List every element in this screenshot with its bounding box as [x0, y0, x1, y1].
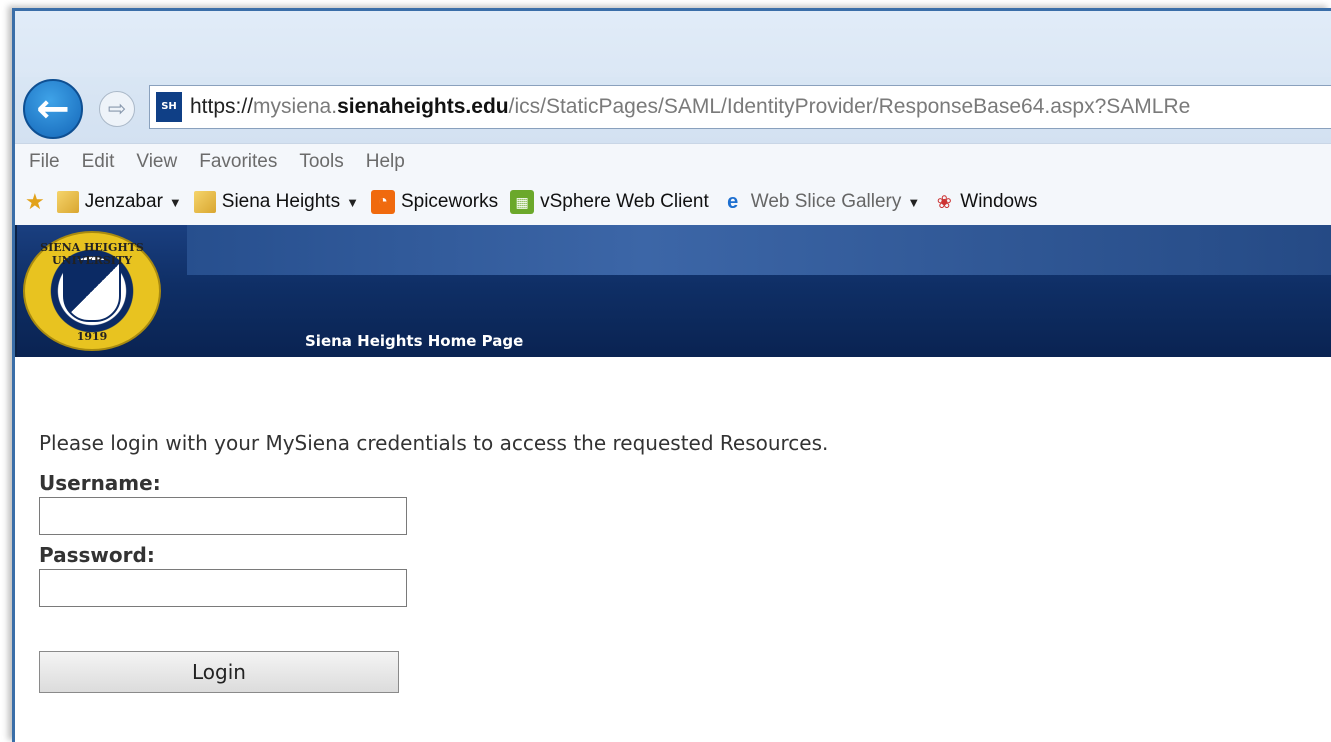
- username-label: Username:: [39, 471, 161, 495]
- back-button[interactable]: ←: [23, 79, 83, 139]
- menu-file[interactable]: File: [29, 151, 60, 173]
- spiceworks-icon: ◔: [370, 190, 395, 214]
- favorite-jenzabar[interactable]: Jenzabar ▼: [56, 191, 182, 213]
- favorite-label: Jenzabar: [84, 191, 163, 212]
- favorite-label: vSphere Web Client: [540, 191, 709, 212]
- banner-highlight: [187, 225, 1331, 275]
- browser-titlebar: [15, 11, 1331, 77]
- favorite-windows[interactable]: ❀ Windows: [932, 190, 1038, 214]
- login-button[interactable]: Login: [39, 651, 399, 693]
- username-input[interactable]: [39, 497, 407, 535]
- menu-bar: File Edit View Favorites Tools Help: [15, 143, 1331, 180]
- arrow-left-icon: ←: [36, 86, 70, 132]
- seal-text: SIENA HEIGHTS UNIVERSITY: [40, 241, 144, 267]
- address-bar[interactable]: SH https://mysiena.sienaheights.edu/ics/…: [149, 85, 1331, 129]
- seal-shield-icon: [63, 260, 121, 322]
- menu-tools[interactable]: Tools: [299, 151, 343, 173]
- password-label: Password:: [39, 543, 155, 567]
- windows-icon: ❀: [936, 191, 952, 212]
- password-input[interactable]: [39, 569, 407, 607]
- url-host-prefix: mysiena.: [253, 95, 338, 118]
- site-favicon-icon: SH: [156, 92, 182, 122]
- browser-window: ← ⇨ SH https://mysiena.sienaheights.edu/…: [12, 8, 1331, 742]
- site-header-banner: SIENA HEIGHTS UNIVERSITY 1919 Siena Heig…: [15, 225, 1331, 357]
- url-scheme: https://: [190, 95, 254, 118]
- favorite-label: Web Slice Gallery: [750, 191, 902, 212]
- chevron-down-icon: ▼: [346, 194, 359, 210]
- favorite-label: Windows: [960, 191, 1038, 212]
- favorite-siena-heights[interactable]: Siena Heights ▼: [193, 191, 359, 213]
- url-host-domain: sienaheights.edu: [337, 95, 509, 118]
- navigation-row: ← ⇨ SH https://mysiena.sienaheights.edu/…: [15, 77, 1331, 143]
- favorites-star-icon[interactable]: ★: [25, 190, 45, 215]
- forward-button[interactable]: ⇨: [99, 91, 135, 127]
- chevron-down-icon: ▼: [907, 194, 921, 210]
- seal-year: 1919: [76, 330, 108, 343]
- favorites-bar: ★ Jenzabar ▼ Siena Heights ▼ ◔ Spicework…: [15, 179, 1331, 226]
- folder-icon: [56, 191, 79, 213]
- favorite-label: Spiceworks: [400, 191, 499, 212]
- favorite-vsphere[interactable]: ▦ vSphere Web Client: [510, 190, 709, 214]
- folder-icon: [193, 191, 216, 213]
- login-content: Please login with your MySiena credentia…: [15, 357, 1331, 742]
- arrow-right-icon: ⇨: [107, 96, 127, 122]
- vsphere-icon: ▦: [510, 190, 535, 214]
- favorite-spiceworks[interactable]: ◔ Spiceworks: [370, 190, 499, 214]
- favorite-web-slice-gallery[interactable]: e Web Slice Gallery ▼: [721, 190, 921, 214]
- menu-view[interactable]: View: [136, 151, 177, 173]
- ie-icon: e: [727, 190, 739, 213]
- menu-favorites[interactable]: Favorites: [199, 151, 277, 173]
- menu-help[interactable]: Help: [366, 151, 405, 173]
- url-text[interactable]: https://mysiena.sienaheights.edu/ics/Sta…: [190, 95, 1190, 119]
- home-page-link[interactable]: Siena Heights Home Page: [305, 332, 523, 350]
- chevron-down-icon: ▼: [168, 194, 182, 210]
- university-seal-logo: SIENA HEIGHTS UNIVERSITY 1919: [23, 231, 161, 351]
- favorite-label: Siena Heights: [221, 191, 341, 212]
- menu-edit[interactable]: Edit: [82, 151, 115, 173]
- login-instructions: Please login with your MySiena credentia…: [39, 431, 829, 455]
- url-path: /ics/StaticPages/SAML/IdentityProvider/R…: [508, 95, 1191, 118]
